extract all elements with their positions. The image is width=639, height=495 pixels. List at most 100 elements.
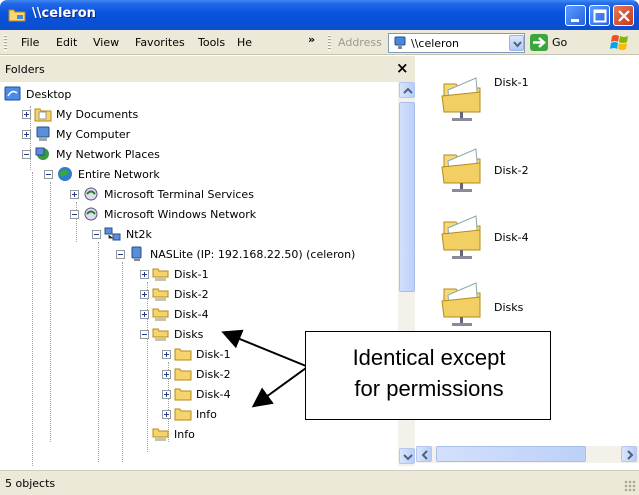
tree-connector <box>122 262 123 462</box>
network-address-icon <box>394 36 406 49</box>
folders-header: Folders × <box>0 56 415 82</box>
tree-item-my-computer[interactable]: My Computer <box>22 124 130 144</box>
address-grip[interactable] <box>328 35 331 51</box>
shared-folder-icon <box>441 282 481 326</box>
expand-toggle[interactable] <box>140 289 149 299</box>
tree-label: Disk-1 <box>196 347 231 361</box>
menu-overflow-chevron[interactable]: » <box>308 33 315 46</box>
tree-item-entire-network[interactable]: Entire Network <box>44 164 160 184</box>
shared-folder-icon <box>441 77 481 121</box>
my-documents-icon <box>34 108 52 122</box>
annotation-callout: Identical except for permissions <box>305 331 551 420</box>
tree-item-info[interactable]: Info <box>152 424 195 444</box>
tree-item-disks-disk-1[interactable]: Disk-1 <box>162 344 231 364</box>
tree-item-my-documents[interactable]: My Documents <box>22 104 138 124</box>
expand-toggle[interactable] <box>162 349 171 359</box>
tree-item-disks-disk-4[interactable]: Disk-4 <box>162 384 231 404</box>
folders-close-button[interactable]: × <box>396 59 409 77</box>
folder-icon <box>174 348 192 361</box>
tree-label: Disks <box>174 327 204 341</box>
menu-view[interactable]: View <box>93 36 119 49</box>
tree-label: Disk-2 <box>174 287 209 301</box>
collapse-toggle[interactable] <box>22 149 31 159</box>
menu-edit[interactable]: Edit <box>56 36 77 49</box>
tree-item-naslite[interactable]: NASLite (IP: 192.168.22.50) (celeron) <box>116 244 355 264</box>
scroll-right-button[interactable] <box>621 446 637 462</box>
tree-item-disk-4[interactable]: Disk-4 <box>140 304 209 324</box>
shared-folder-icon <box>152 308 169 321</box>
folder-icon <box>174 368 192 381</box>
collapse-toggle[interactable] <box>140 329 149 339</box>
menu-file[interactable]: File <box>21 36 39 49</box>
tree-connector <box>32 172 33 466</box>
collapse-toggle[interactable] <box>70 209 79 219</box>
network-provider-icon <box>84 207 98 221</box>
chevron-right-icon <box>627 450 634 460</box>
tree-item-terminal-services[interactable]: Microsoft Terminal Services <box>70 184 254 204</box>
expand-toggle[interactable] <box>162 409 171 419</box>
collapse-toggle[interactable] <box>116 249 125 259</box>
tree-item-disks-disk-2[interactable]: Disk-2 <box>162 364 231 384</box>
tree-item-disks[interactable]: Disks <box>140 324 203 344</box>
server-icon <box>131 246 142 261</box>
menu-favorites[interactable]: Favorites <box>135 36 185 49</box>
scroll-down-button[interactable] <box>399 448 415 464</box>
tree-label: My Documents <box>56 107 139 121</box>
collapse-toggle[interactable] <box>44 169 53 179</box>
tree-item-disk-1[interactable]: Disk-1 <box>140 264 209 284</box>
workgroup-icon <box>104 227 121 241</box>
resize-grip[interactable] <box>624 480 636 492</box>
chevron-down-icon <box>403 454 413 461</box>
tree-label: Info <box>174 427 195 441</box>
status-text: 5 objects <box>5 477 56 490</box>
expand-toggle[interactable] <box>22 109 31 119</box>
expand-toggle[interactable] <box>140 309 149 319</box>
close-button[interactable] <box>613 5 634 26</box>
tree-item-disk-2[interactable]: Disk-2 <box>140 284 209 304</box>
close-icon <box>618 10 630 22</box>
maximize-button[interactable] <box>589 5 610 26</box>
expand-toggle[interactable] <box>70 189 79 199</box>
tree-label: Disk-1 <box>174 267 209 281</box>
expand-toggle[interactable] <box>162 389 171 399</box>
minimize-button[interactable] <box>565 5 586 26</box>
tree-label: My Network Places <box>56 147 160 161</box>
tree-item-windows-network[interactable]: Microsoft Windows Network <box>70 204 256 224</box>
tree-label: Desktop <box>26 87 72 101</box>
scroll-thumb[interactable] <box>436 446 586 462</box>
address-input[interactable]: \\celeron <box>388 33 525 53</box>
tree-label: My Computer <box>56 127 131 141</box>
scroll-up-button[interactable] <box>399 82 415 98</box>
address-dropdown[interactable] <box>509 35 524 51</box>
menu-edit-label: Edit <box>56 36 78 49</box>
expand-toggle[interactable] <box>140 269 149 279</box>
collapse-toggle[interactable] <box>92 229 101 239</box>
status-bar: 5 objects <box>0 470 639 495</box>
toolbar-grip[interactable] <box>4 35 7 51</box>
contents-hscrollbar[interactable] <box>416 446 639 463</box>
shared-folder-icon <box>441 148 481 192</box>
menu-tools[interactable]: Tools <box>198 36 225 49</box>
content-label: Disk-4 <box>494 231 529 244</box>
shared-folder-icon <box>152 428 169 441</box>
folder-window-icon <box>8 9 26 22</box>
go-button[interactable] <box>530 34 548 51</box>
tree-item-nt2k[interactable]: Nt2k <box>92 224 152 244</box>
minimize-icon <box>571 19 579 22</box>
tree-label: Disk-4 <box>196 387 231 401</box>
scroll-thumb[interactable] <box>399 102 415 292</box>
tree-item-desktop[interactable]: Desktop <box>4 84 71 104</box>
content-label: Disks <box>494 301 524 314</box>
shared-folder-icon <box>152 288 169 301</box>
content-label: Disk-1 <box>494 76 529 89</box>
expand-toggle[interactable] <box>162 369 171 379</box>
tree-item-disks-info[interactable]: Info <box>162 404 217 424</box>
scroll-left-button[interactable] <box>416 446 432 462</box>
menu-file-label: File <box>21 36 40 49</box>
expand-toggle[interactable] <box>22 129 31 139</box>
title-bar[interactable]: \\celeron <box>0 0 639 30</box>
tree-item-my-network-places[interactable]: My Network Places <box>22 144 160 164</box>
network-places-icon <box>35 147 49 160</box>
go-label[interactable]: Go <box>552 36 567 49</box>
menu-help[interactable]: He <box>237 36 252 49</box>
